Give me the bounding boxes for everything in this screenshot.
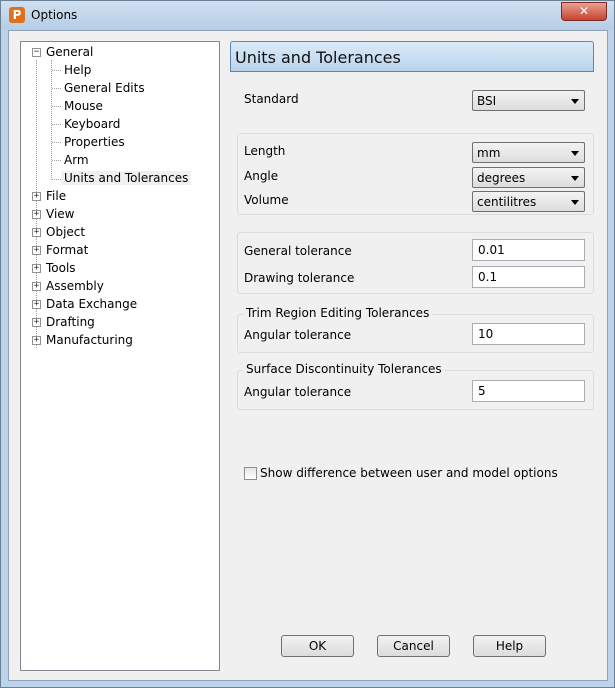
expand-icon[interactable]: +	[32, 246, 41, 255]
standard-select[interactable]: BSI	[472, 90, 585, 111]
trim-angular-tolerance-input[interactable]: 10	[472, 323, 585, 345]
tree-item-label: Assembly	[46, 279, 104, 293]
angle-value: degrees	[477, 171, 526, 185]
drawing-tolerance-value: 0.1	[478, 270, 498, 284]
standard-label: Standard	[244, 92, 299, 106]
angle-select[interactable]: degrees	[472, 167, 585, 188]
tree-item-label: Properties	[64, 135, 125, 149]
expand-icon[interactable]: +	[32, 282, 41, 291]
length-select[interactable]: mm	[472, 142, 585, 163]
tree-item-label: Help	[64, 63, 92, 77]
dialog-body: − General Help General Edits Mouse Keybo…	[8, 30, 608, 681]
expand-icon[interactable]: +	[32, 264, 41, 273]
tree-item-label: Format	[46, 243, 89, 257]
tree-item-general-edits[interactable]: General Edits	[64, 79, 145, 97]
expand-icon[interactable]: +	[32, 336, 41, 345]
general-tolerance-input[interactable]: 0.01	[472, 239, 585, 261]
dropdown-arrow-icon	[571, 99, 579, 104]
tree-item-label: Drafting	[46, 315, 95, 329]
tree-connector-line	[51, 60, 52, 180]
expand-icon[interactable]: +	[32, 210, 41, 219]
expand-icon[interactable]: +	[32, 192, 41, 201]
drawing-tolerance-input[interactable]: 0.1	[472, 266, 585, 288]
tree-connector-line	[52, 160, 61, 161]
surface-angular-tolerance-input[interactable]: 5	[472, 380, 585, 402]
tree-item-label: Mouse	[64, 99, 103, 113]
dropdown-arrow-icon	[571, 176, 579, 181]
help-button[interactable]: Help	[473, 635, 546, 657]
standard-value: BSI	[477, 94, 497, 108]
tree-item-label: Data Exchange	[46, 297, 138, 311]
title-bar: P Options ✕	[1, 1, 614, 30]
tree-item-label: Units and Tolerances	[61, 171, 192, 185]
tree-item-label: General Edits	[64, 81, 145, 95]
volume-select[interactable]: centilitres	[472, 191, 585, 212]
app-logo-icon: P	[9, 7, 25, 23]
tree-connector-line	[52, 179, 61, 180]
tree-item-units-and-tolerances[interactable]: Units and Tolerances	[61, 169, 192, 187]
tree-connector-line	[52, 88, 61, 89]
cancel-button[interactable]: Cancel	[377, 635, 450, 657]
tree-connector-line	[52, 70, 61, 71]
options-tree: − General Help General Edits Mouse Keybo…	[20, 41, 220, 671]
tree-item-label: File	[46, 189, 67, 203]
tree-item-label: Object	[46, 225, 86, 239]
surface-angular-tolerance-label: Angular tolerance	[244, 385, 352, 399]
collapse-icon[interactable]: −	[32, 48, 41, 57]
tree-item-label: Tools	[46, 261, 76, 275]
tree-connector-line	[52, 142, 61, 143]
drawing-tolerance-label: Drawing tolerance	[244, 271, 355, 285]
expand-icon[interactable]: +	[32, 300, 41, 309]
page-title: Units and Tolerances	[235, 48, 401, 67]
close-button[interactable]: ✕	[561, 2, 607, 21]
volume-label: Volume	[244, 193, 289, 207]
trim-angular-tolerance-value: 10	[478, 327, 494, 341]
tree-connector-line	[52, 106, 61, 107]
tree-item-general[interactable]: − General	[21, 43, 219, 61]
trim-angular-tolerance-label: Angular tolerance	[244, 328, 352, 342]
general-tolerance-label: General tolerance	[244, 244, 352, 258]
tree-item-keyboard[interactable]: Keyboard	[64, 115, 120, 133]
tree-item-label: View	[46, 207, 75, 221]
show-difference-label[interactable]: Show difference between user and model o…	[260, 466, 558, 480]
expand-icon[interactable]: +	[32, 318, 41, 327]
length-label: Length	[244, 144, 286, 158]
ok-button[interactable]: OK	[281, 635, 354, 657]
length-value: mm	[477, 146, 501, 160]
show-difference-checkbox[interactable]	[244, 467, 257, 480]
trim-region-group-title: Trim Region Editing Tolerances	[243, 306, 433, 320]
dropdown-arrow-icon	[571, 151, 579, 156]
angle-label: Angle	[244, 169, 279, 183]
tree-item-label: Keyboard	[64, 117, 121, 131]
expand-icon[interactable]: +	[32, 228, 41, 237]
page-header: Units and Tolerances	[230, 41, 594, 72]
options-window: P Options ✕ − General Help General Edits	[0, 0, 615, 688]
tree-item-arm[interactable]: Arm	[64, 151, 89, 169]
tree-connector-line	[52, 124, 61, 125]
surface-angular-tolerance-value: 5	[478, 384, 486, 398]
surface-discontinuity-group-title: Surface Discontinuity Tolerances	[243, 362, 445, 376]
tree-item-label: Manufacturing	[46, 333, 133, 347]
dropdown-arrow-icon	[571, 200, 579, 205]
tree-item-help[interactable]: Help	[64, 61, 91, 79]
tree-item-label: Arm	[64, 153, 89, 167]
tree-item-label: General	[46, 45, 94, 59]
window-title: Options	[31, 8, 78, 22]
general-tolerance-value: 0.01	[478, 243, 505, 257]
tree-item-mouse[interactable]: Mouse	[64, 97, 103, 115]
tree-item-properties[interactable]: Properties	[64, 133, 125, 151]
volume-value: centilitres	[477, 195, 537, 209]
